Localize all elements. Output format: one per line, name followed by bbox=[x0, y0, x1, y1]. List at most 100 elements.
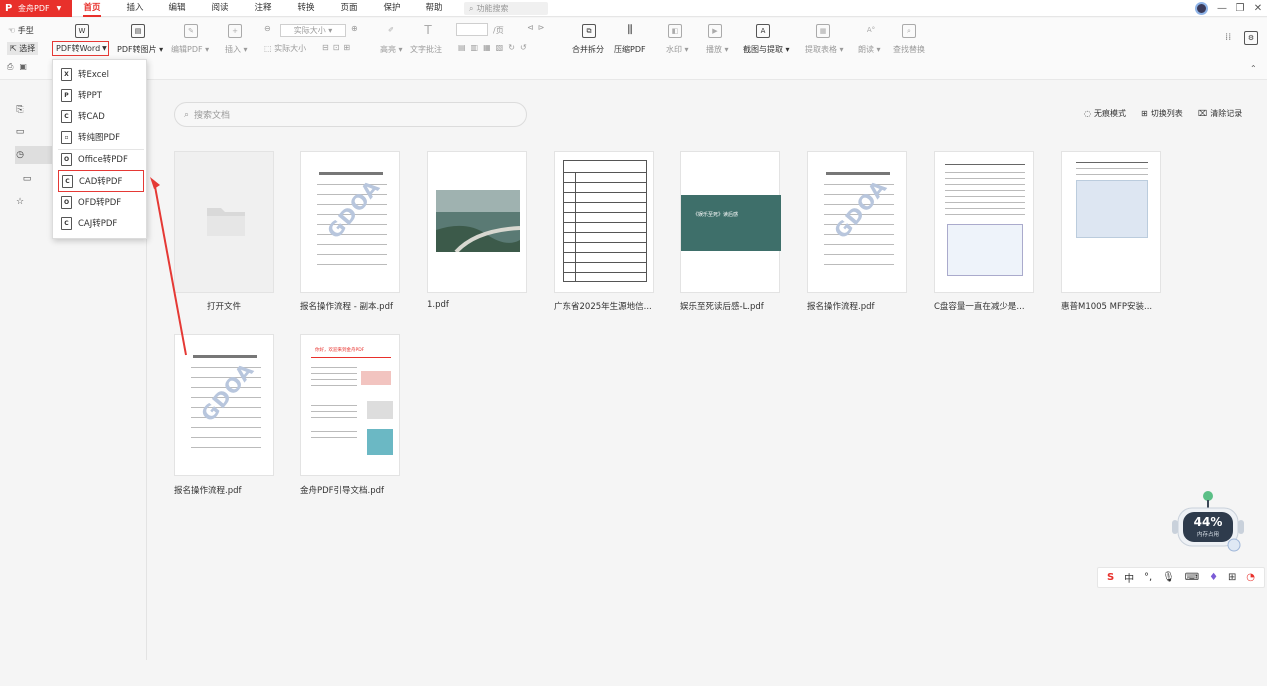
extract-table-button[interactable]: 提取表格 ▾ bbox=[805, 44, 844, 55]
edit-pdf-button[interactable]: 编辑PDF ▾ bbox=[171, 44, 209, 55]
hand-label: 手型 bbox=[17, 26, 34, 35]
star-icon: ☆ bbox=[15, 197, 25, 207]
no-trace-mode-button[interactable]: ◌ 无痕模式 bbox=[1084, 108, 1126, 119]
highlight-button[interactable]: 高亮 ▾ bbox=[380, 44, 403, 55]
ime-lang[interactable]: 中 bbox=[1124, 570, 1134, 585]
find-replace-icon: ⌕ bbox=[902, 24, 916, 38]
file-name: 1.pdf bbox=[427, 300, 449, 310]
collapse-ribbon-icon[interactable]: ⌃ bbox=[1250, 64, 1257, 73]
tab-page[interactable]: 页面 bbox=[337, 0, 361, 17]
mascot-icon[interactable]: ◔ bbox=[1246, 572, 1255, 583]
merge-split-button[interactable]: 合并拆分 bbox=[572, 44, 604, 55]
avatar[interactable] bbox=[1195, 2, 1208, 15]
doc-title-line bbox=[319, 172, 383, 175]
switch-list-label: 切换列表 bbox=[1150, 109, 1183, 118]
insert-icon: + bbox=[228, 24, 242, 38]
punctuation-icon[interactable]: °, bbox=[1144, 572, 1152, 583]
close-icon[interactable]: ✕ bbox=[1249, 0, 1267, 17]
chevron-down-icon: ▼ bbox=[56, 5, 62, 12]
tab-help[interactable]: 帮助 bbox=[422, 0, 446, 17]
open-file-icon: ▭ bbox=[15, 127, 25, 137]
file-name: C盘容量一直在减少是... bbox=[934, 302, 1025, 312]
file-thumbnail[interactable]: 《娱乐至死》读后感 bbox=[680, 151, 781, 293]
file-thumbnail[interactable]: GDOA bbox=[300, 151, 400, 293]
tab-insert[interactable]: 插入 bbox=[123, 0, 147, 17]
file-thumbnail[interactable] bbox=[554, 151, 654, 293]
zoom-in-icon[interactable]: ⊕ bbox=[351, 24, 358, 33]
switch-list-button[interactable]: ⊞ 切换列表 bbox=[1141, 108, 1183, 119]
document-search-input[interactable]: ⌕ 搜索文档 bbox=[174, 102, 527, 127]
settings-grid-icon[interactable]: ⚙ bbox=[1244, 31, 1258, 45]
view-mode-icons[interactable]: ▤▥▦▧↻↺ bbox=[458, 43, 532, 52]
feature-search-placeholder: 功能搜索 bbox=[476, 4, 509, 13]
tab-read[interactable]: 阅读 bbox=[208, 0, 232, 17]
find-replace-button[interactable]: 查找替换 bbox=[893, 44, 925, 55]
compress-pdf-button[interactable]: 压缩PDF bbox=[614, 44, 646, 55]
microphone-icon[interactable]: 🎙 bbox=[1162, 572, 1175, 583]
excel-icon: X bbox=[61, 67, 72, 81]
play-icon: ▶ bbox=[708, 24, 722, 38]
menu-item-to-cad[interactable]: C 转CAD bbox=[58, 107, 144, 125]
menu-item-ofd-to-pdf[interactable]: O OFD转PDF bbox=[58, 193, 144, 211]
actual-size-button[interactable]: ⬚ 实际大小 bbox=[264, 43, 306, 54]
page-number-input[interactable] bbox=[456, 23, 488, 36]
menu-item-office-to-pdf[interactable]: O Office转PDF bbox=[58, 150, 144, 168]
menu-item-caj-to-pdf[interactable]: C CAJ转PDF bbox=[58, 214, 144, 232]
computer-icon: ▭ bbox=[22, 174, 32, 184]
screenshot-extract-button[interactable]: 截图与提取 ▾ bbox=[743, 44, 790, 55]
image-icon: ▤ bbox=[131, 24, 145, 38]
menu-item-label: 转PPT bbox=[78, 91, 102, 101]
read-aloud-icon: A° bbox=[866, 26, 876, 34]
page-total: /页 bbox=[493, 26, 504, 35]
quick-actions[interactable]: ⎙▣ bbox=[7, 62, 33, 72]
tab-protect[interactable]: 保护 bbox=[380, 0, 404, 17]
restore-icon[interactable]: ❐ bbox=[1231, 0, 1249, 17]
fit-page-icons[interactable]: ⊟⊡⊞ bbox=[322, 43, 354, 52]
feature-search-input[interactable]: ⌕ 功能搜索 bbox=[464, 2, 548, 15]
play-label: 播放 bbox=[706, 45, 722, 54]
hand-icon: ☜ bbox=[8, 26, 16, 35]
clear-history-button[interactable]: ⌧ 清除记录 bbox=[1198, 108, 1242, 119]
watermark-button[interactable]: 水印 ▾ bbox=[666, 44, 689, 55]
minimize-icon[interactable]: — bbox=[1213, 0, 1231, 17]
skin-icon[interactable]: ♦ bbox=[1209, 572, 1218, 583]
tab-home[interactable]: 首页 bbox=[80, 0, 104, 17]
folder-icon bbox=[207, 208, 245, 236]
tab-edit[interactable]: 编辑 bbox=[165, 0, 189, 17]
no-trace-label: 无痕模式 bbox=[1093, 109, 1126, 118]
zoom-select[interactable]: 实际大小 ▾ bbox=[280, 24, 346, 37]
pdf-to-word-button[interactable]: PDF转Word ▼ bbox=[52, 41, 109, 56]
insert-label: 插入 bbox=[225, 45, 241, 54]
menu-item-to-excel[interactable]: X 转Excel bbox=[58, 65, 144, 83]
read-aloud-button[interactable]: 朗读 ▾ bbox=[858, 44, 881, 55]
file-thumbnail[interactable] bbox=[427, 151, 527, 293]
menu-item-cad-to-pdf[interactable]: C CAD转PDF bbox=[58, 170, 144, 192]
tab-annotate[interactable]: 注释 bbox=[251, 0, 275, 17]
watermark-text: GDOA bbox=[829, 174, 892, 244]
play-button[interactable]: 播放 ▾ bbox=[706, 44, 729, 55]
zoom-out-icon[interactable]: ⊖ bbox=[264, 24, 271, 33]
sogou-logo-icon: S bbox=[1106, 572, 1115, 583]
prev-next-page-icons[interactable]: ⊲⊳ bbox=[527, 23, 548, 32]
toolbox-icon[interactable]: ⊞ bbox=[1228, 572, 1236, 583]
incognito-icon: ◌ bbox=[1084, 109, 1091, 118]
menu-item-to-ppt[interactable]: P 转PPT bbox=[58, 86, 144, 104]
menu-item-to-image-pdf[interactable]: ▫ 转纯图PDF bbox=[58, 128, 144, 146]
menu-item-label: OFD转PDF bbox=[78, 198, 122, 208]
file-thumbnail[interactable]: GDOA bbox=[807, 151, 907, 293]
file-thumbnail[interactable] bbox=[1061, 151, 1161, 293]
drag-handle-icon[interactable]: ⁞⁞ bbox=[1225, 32, 1231, 43]
tab-convert[interactable]: 转换 bbox=[294, 0, 318, 17]
ime-toolbar[interactable]: S 中 °, 🎙 ⌨ ♦ ⊞ ◔ bbox=[1097, 567, 1265, 588]
select-tool[interactable]: ⇱ 选择 bbox=[7, 42, 39, 55]
pdf-to-image-button[interactable]: PDF转图片 ▾ bbox=[117, 44, 163, 55]
memory-percent: 44% bbox=[1193, 515, 1223, 529]
hand-tool[interactable]: ☜ 手型 bbox=[8, 25, 34, 36]
insert-button[interactable]: 插入 ▾ bbox=[225, 44, 248, 55]
app-menu-button[interactable]: P 金舟PDF ▼ bbox=[0, 0, 72, 17]
file-thumbnail[interactable] bbox=[934, 151, 1034, 293]
text-note-button[interactable]: 文字批注 bbox=[410, 44, 442, 55]
file-thumbnail[interactable]: 你好，欢迎来到金舟PDF bbox=[300, 334, 400, 476]
new-file-icon: ⎘ bbox=[16, 105, 24, 115]
keyboard-icon[interactable]: ⌨ bbox=[1185, 572, 1199, 583]
